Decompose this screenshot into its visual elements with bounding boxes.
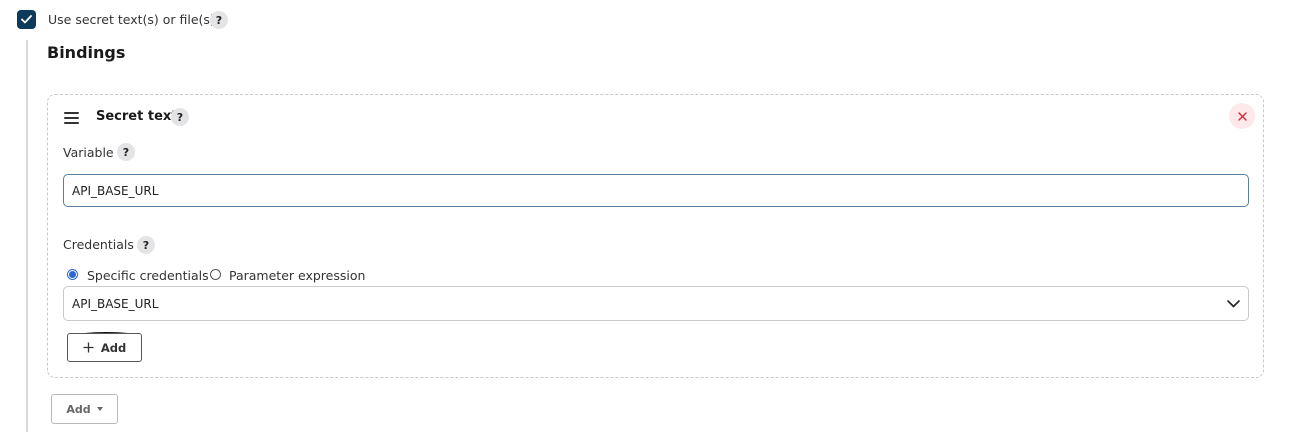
- add-binding-button[interactable]: Add: [51, 394, 118, 424]
- binding-type-title: Secret text: [96, 109, 178, 124]
- plus-icon: [83, 342, 94, 353]
- credentials-select-value: API_BASE_URL: [72, 296, 159, 311]
- specific-credentials-label[interactable]: Specific credentials: [87, 268, 209, 283]
- add-credentials-button[interactable]: Add: [67, 333, 142, 362]
- close-icon: [1237, 111, 1247, 121]
- binding-card-secret-text: [47, 94, 1264, 378]
- credentials-select[interactable]: API_BASE_URL: [63, 286, 1249, 321]
- specific-credentials-radio[interactable]: [67, 269, 78, 280]
- section-indent-line: [26, 40, 28, 432]
- checkmark-icon: [21, 15, 32, 24]
- caret-down-icon: [96, 407, 103, 411]
- parameter-expression-radio[interactable]: [210, 269, 221, 280]
- secret-text-help-icon[interactable]: ?: [171, 108, 189, 126]
- add-credentials-label: Add: [100, 340, 127, 355]
- use-secret-label[interactable]: Use secret text(s) or file(s): [48, 12, 215, 27]
- parameter-expression-label[interactable]: Parameter expression: [229, 268, 365, 283]
- drag-handle-icon[interactable]: [64, 112, 79, 124]
- use-secret-help-icon[interactable]: ?: [210, 11, 228, 29]
- chevron-down-icon: [1227, 299, 1240, 307]
- credentials-help-icon[interactable]: ?: [137, 236, 155, 254]
- variable-help-icon[interactable]: ?: [117, 143, 135, 161]
- variable-label: Variable: [63, 145, 114, 160]
- bindings-title: Bindings: [47, 43, 126, 62]
- add-binding-label: Add: [66, 402, 91, 416]
- credentials-label: Credentials: [63, 237, 134, 252]
- delete-binding-button[interactable]: [1229, 103, 1255, 129]
- use-secret-checkbox[interactable]: [17, 10, 36, 29]
- variable-input[interactable]: [63, 174, 1249, 207]
